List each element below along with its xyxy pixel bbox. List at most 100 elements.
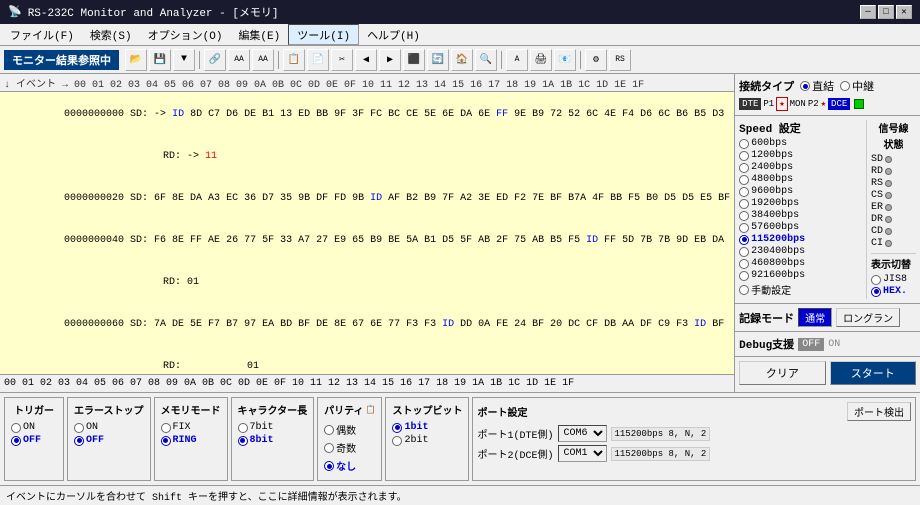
memory-ring[interactable]: RING — [161, 435, 221, 446]
speed-38400[interactable]: 38400bps — [739, 210, 866, 221]
stop-1bit[interactable]: 1bit — [392, 422, 462, 433]
tb-save-button[interactable]: 💾 — [149, 49, 171, 71]
close-button[interactable]: ✕ — [896, 5, 912, 19]
display-hex-radio[interactable] — [871, 287, 881, 297]
tb-stop-button[interactable]: ⬛ — [403, 49, 425, 71]
speed-1200-radio[interactable] — [739, 151, 749, 161]
tb-search2-button[interactable]: AA — [252, 49, 274, 71]
parity-even-radio[interactable] — [324, 425, 334, 435]
speed-57600[interactable]: 57600bps — [739, 222, 866, 233]
tb-mail-button[interactable]: 📧 — [554, 49, 576, 71]
speed-4800[interactable]: 4800bps — [739, 174, 866, 185]
speed-4800-radio[interactable] — [739, 175, 749, 185]
speed-9600[interactable]: 9600bps — [739, 186, 866, 197]
parity-none[interactable]: なし — [324, 458, 375, 474]
tb-print-button[interactable]: 🖨 — [530, 49, 552, 71]
speed-230400-radio[interactable] — [739, 247, 749, 257]
error-on-radio[interactable] — [74, 423, 84, 433]
stop-2bit[interactable]: 2bit — [392, 435, 462, 446]
display-jis8-radio[interactable] — [871, 275, 881, 285]
display-jis8[interactable]: JIS8 — [871, 274, 916, 285]
speed-38400-radio[interactable] — [739, 211, 749, 221]
speed-115200-radio[interactable] — [739, 235, 749, 245]
tb-connect-button[interactable]: 🔗 — [204, 49, 226, 71]
trigger-off[interactable]: OFF — [11, 435, 57, 446]
tb-settings2-button[interactable]: RS — [609, 49, 631, 71]
tb-settings1-button[interactable]: ⚙ — [585, 49, 607, 71]
speed-600[interactable]: 600bps — [739, 138, 866, 149]
speed-manual[interactable]: 手動設定 — [739, 282, 866, 298]
display-hex[interactable]: HEX. — [871, 286, 916, 297]
tb-home-button[interactable]: 🏠 — [451, 49, 473, 71]
menu-search[interactable]: 検索(S) — [82, 24, 140, 45]
maximize-button[interactable]: □ — [878, 5, 894, 19]
speed-921600[interactable]: 921600bps — [739, 270, 866, 281]
tb-dropdown-button[interactable]: ▼ — [173, 49, 195, 71]
speed-2400[interactable]: 2400bps — [739, 162, 866, 173]
speed-2400-radio[interactable] — [739, 163, 749, 173]
conn-relay-option[interactable]: 中継 — [840, 78, 874, 94]
char-7bit-radio[interactable] — [238, 423, 248, 433]
display-toggle-section: 表示切替 JIS8 HEX. — [871, 253, 916, 297]
port-detect-button[interactable]: ポート検出 — [847, 402, 911, 421]
tb-cut-button[interactable]: ✂ — [331, 49, 353, 71]
clear-button[interactable]: クリア — [739, 361, 825, 385]
data-content[interactable]: 0000000000 SD: -> ID 8D C7 D6 DE B1 13 E… — [0, 92, 734, 374]
tb-forward-button[interactable]: ▶ — [379, 49, 401, 71]
stop-2bit-radio[interactable] — [392, 436, 402, 446]
tb-copy-button[interactable]: 📋 — [283, 49, 305, 71]
speed-600-radio[interactable] — [739, 139, 749, 149]
stop-1bit-radio[interactable] — [392, 423, 402, 433]
tb-back-button[interactable]: ◀ — [355, 49, 377, 71]
speed-921600-radio[interactable] — [739, 271, 749, 281]
menu-options[interactable]: オプション(O) — [140, 24, 231, 45]
speed-460800-radio[interactable] — [739, 259, 749, 269]
parity-none-radio[interactable] — [324, 461, 334, 471]
debug-on-label[interactable]: ON — [828, 339, 840, 350]
char-7bit[interactable]: 7bit — [238, 422, 308, 433]
char-8bit-radio[interactable] — [238, 436, 248, 446]
record-longrun-button[interactable]: ロングラン — [836, 308, 900, 327]
speed-manual-radio[interactable] — [739, 285, 749, 295]
parity-even[interactable]: 偶数 — [324, 422, 375, 438]
debug-off-badge[interactable]: OFF — [798, 338, 824, 351]
char-8bit[interactable]: 8bit — [238, 435, 308, 446]
tb-search1-button[interactable]: AA — [228, 49, 250, 71]
memory-fix-radio[interactable] — [161, 423, 171, 433]
speed-9600-radio[interactable] — [739, 187, 749, 197]
speed-19200-radio[interactable] — [739, 199, 749, 209]
start-button[interactable]: スタート — [830, 361, 916, 385]
conn-direct-radio[interactable] — [800, 81, 810, 91]
error-off-radio[interactable] — [74, 436, 84, 446]
error-on[interactable]: ON — [74, 422, 144, 433]
menu-tools[interactable]: ツール(I) — [288, 24, 359, 45]
menu-edit[interactable]: 編集(E) — [230, 24, 288, 45]
speed-19200[interactable]: 19200bps — [739, 198, 866, 209]
port2-select[interactable]: COM1 — [558, 445, 607, 462]
speed-230400[interactable]: 230400bps — [739, 246, 866, 257]
record-normal-button[interactable]: 通常 — [798, 308, 832, 327]
conn-direct-option[interactable]: 直結 — [800, 78, 834, 94]
conn-relay-radio[interactable] — [840, 81, 850, 91]
memory-ring-radio[interactable] — [161, 436, 171, 446]
menu-file[interactable]: ファイル(F) — [2, 24, 82, 45]
trigger-on-radio[interactable] — [11, 423, 21, 433]
speed-460800[interactable]: 460800bps — [739, 258, 866, 269]
tb-open-button[interactable]: 📂 — [125, 49, 147, 71]
trigger-off-radio[interactable] — [11, 436, 21, 446]
tb-refresh-button[interactable]: 🔄 — [427, 49, 449, 71]
speed-1200[interactable]: 1200bps — [739, 150, 866, 161]
trigger-on[interactable]: ON — [11, 422, 57, 433]
minimize-button[interactable]: ─ — [860, 5, 876, 19]
tb-search3-button[interactable]: 🔍 — [475, 49, 497, 71]
tb-paste-button[interactable]: 📄 — [307, 49, 329, 71]
parity-odd-radio[interactable] — [324, 443, 334, 453]
tb-font-button[interactable]: A — [506, 49, 528, 71]
speed-57600-radio[interactable] — [739, 223, 749, 233]
parity-odd[interactable]: 奇数 — [324, 440, 375, 456]
memory-fix[interactable]: FIX — [161, 422, 221, 433]
error-off[interactable]: OFF — [74, 435, 144, 446]
speed-115200[interactable]: 115200bps — [739, 234, 866, 245]
port1-select[interactable]: COM6 — [558, 425, 607, 442]
menu-help[interactable]: ヘルプ(H) — [359, 24, 428, 45]
